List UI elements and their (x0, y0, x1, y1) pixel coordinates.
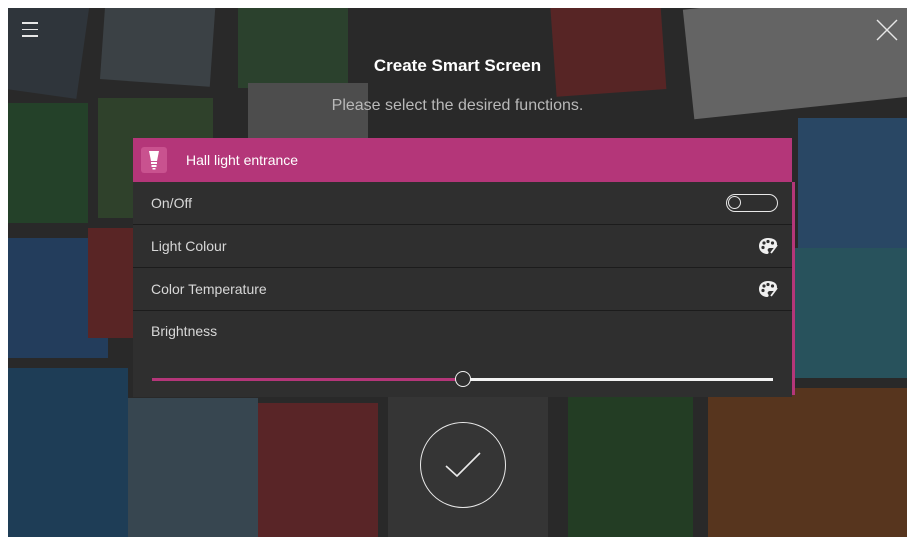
slider-thumb[interactable] (454, 371, 471, 387)
slider-fill (152, 378, 463, 381)
palette-icon[interactable] (758, 280, 778, 298)
device-header: Hall light entrance (133, 138, 792, 182)
function-row-color-temperature[interactable]: Color Temperature (133, 268, 792, 311)
function-row-on-off[interactable]: On/Off (133, 182, 792, 225)
menu-icon[interactable] (22, 22, 38, 40)
on-off-toggle[interactable] (726, 194, 778, 212)
dialog-subtitle: Please select the desired functions. (331, 97, 584, 114)
dialog-title: Create Smart Screen (373, 56, 542, 75)
function-row-light-colour[interactable]: Light Colour (133, 225, 792, 268)
palette-icon[interactable] (758, 237, 778, 255)
function-label: Brightness (151, 323, 218, 339)
function-row-brightness: Brightness (133, 311, 792, 397)
device-name: Hall light entrance (186, 152, 299, 168)
function-label: Light Colour (151, 238, 227, 254)
function-label: On/Off (151, 195, 192, 211)
panel-scrollbar[interactable] (792, 182, 795, 395)
brightness-slider[interactable] (152, 371, 773, 387)
close-icon[interactable] (875, 18, 899, 42)
smart-screen-dialog: Create Smart Screen Please select the de… (8, 8, 907, 537)
confirm-button[interactable] (420, 422, 506, 508)
function-list-panel: Hall light entrance On/Off Light Colour … (133, 138, 792, 397)
checkmark-icon (445, 452, 481, 478)
bulb-icon (141, 147, 167, 173)
function-label: Color Temperature (151, 281, 267, 297)
toggle-knob (728, 196, 741, 209)
